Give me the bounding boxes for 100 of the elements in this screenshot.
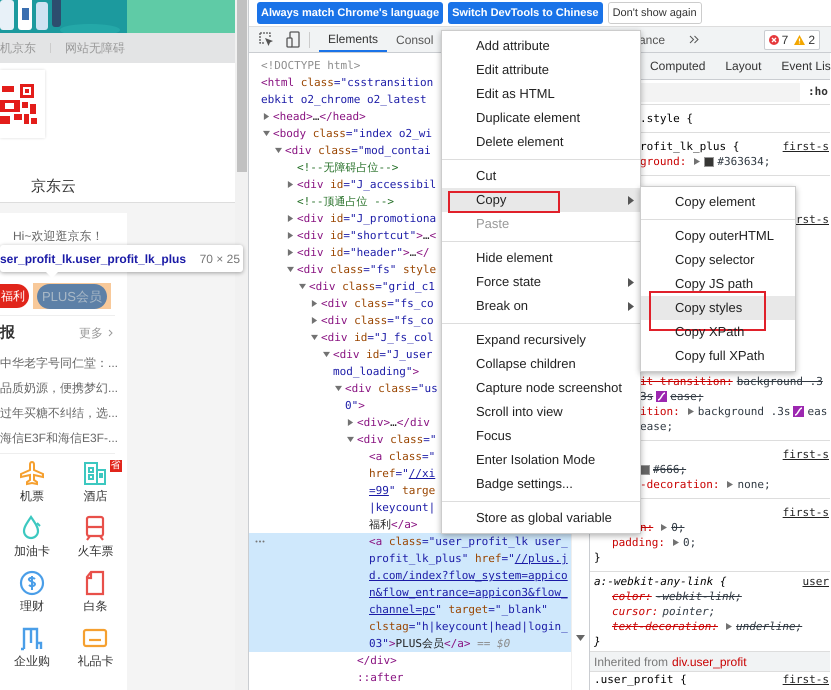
- code-line[interactable]: <div>…</div: [357, 416, 430, 429]
- service-link[interactable]: 火车票: [77, 515, 114, 569]
- code-line[interactable]: <a class=": [369, 450, 436, 463]
- color-swatch[interactable]: [640, 464, 650, 474]
- service-link[interactable]: 礼品卡: [77, 625, 114, 679]
- triangle-right-icon[interactable]: [287, 249, 294, 256]
- easing-icon[interactable]: [793, 406, 804, 417]
- code-line[interactable]: ebkit o2_chrome o2_latest: [261, 93, 427, 106]
- code-line[interactable]: ::after: [357, 671, 404, 684]
- news-item[interactable]: 海信E3F和海信E3F-...: [0, 428, 118, 446]
- scroll-down-icon[interactable]: [576, 635, 585, 641]
- styles-tab[interactable]: Event Lis: [781, 57, 831, 75]
- menu-item[interactable]: Badge settings...: [442, 472, 640, 496]
- code-line[interactable]: <div class="us: [345, 382, 438, 395]
- source-link[interactable]: first-s: [782, 672, 830, 687]
- code-line[interactable]: <div class=": [357, 433, 436, 446]
- source-link[interactable]: first-s: [782, 447, 830, 462]
- menu-item[interactable]: Store as global variable: [442, 506, 640, 530]
- menu-item[interactable]: Copy full XPath: [641, 344, 795, 368]
- issues-counter[interactable]: 7 2: [764, 30, 820, 50]
- code-line[interactable]: mod_loading">: [333, 365, 420, 378]
- panel-tab[interactable]: Elements: [319, 27, 388, 52]
- code-line[interactable]: d.com/index?flow_system=appico: [369, 569, 568, 582]
- inspect-icon[interactable]: [259, 32, 274, 47]
- service-link[interactable]: 白条: [82, 570, 108, 624]
- styles-tab[interactable]: Computed: [650, 57, 706, 75]
- expand-triangle-icon[interactable]: [661, 524, 668, 531]
- menu-item[interactable]: Enter Isolation Mode: [442, 448, 640, 472]
- triangle-right-icon[interactable]: [287, 232, 294, 239]
- menu-item[interactable]: Copy styles: [641, 296, 795, 320]
- expand-triangle-icon[interactable]: [694, 158, 700, 165]
- service-link[interactable]: 理财: [18, 570, 45, 624]
- source-link[interactable]: rst-s: [796, 212, 830, 227]
- more-tabs-icon[interactable]: [689, 35, 700, 44]
- triangle-down-icon[interactable]: [347, 436, 354, 443]
- triangle-down-icon[interactable]: [311, 334, 318, 341]
- code-line[interactable]: profit_lk_plus" href="//plus.j: [369, 552, 568, 565]
- code-line[interactable]: <body class="index o2_wi: [273, 127, 432, 140]
- code-line[interactable]: <div id="J_user: [333, 348, 432, 361]
- service-link[interactable]: 机票: [18, 460, 45, 514]
- news-item[interactable]: 中华老字号同仁堂：...: [0, 354, 118, 372]
- code-line[interactable]: <div class="fs" style: [297, 263, 436, 276]
- triangle-right-icon[interactable]: [287, 215, 294, 222]
- code-line[interactable]: <!--顶通占位 -->: [297, 195, 394, 208]
- triangle-right-icon[interactable]: [347, 419, 354, 426]
- triangle-down-icon[interactable]: [275, 147, 282, 154]
- more-icon[interactable]: [255, 540, 265, 543]
- service-link[interactable]: 加油卡: [14, 515, 50, 569]
- menu-item[interactable]: Copy element: [641, 190, 795, 214]
- code-line[interactable]: clstag="h|keycount|head|login_: [369, 620, 568, 633]
- menu-item[interactable]: Hide element: [442, 246, 640, 270]
- easing-icon[interactable]: [656, 391, 668, 402]
- news-item[interactable]: 过年买糖不纠结，选...: [0, 404, 118, 422]
- menu-item[interactable]: Copy outerHTML: [641, 224, 795, 248]
- code-line[interactable]: |keycount|: [369, 501, 436, 514]
- triangle-down-icon[interactable]: [287, 266, 294, 273]
- panel-tab[interactable]: Consol: [387, 27, 442, 52]
- triangle-right-icon[interactable]: [263, 113, 270, 120]
- expand-triangle-icon[interactable]: [727, 481, 734, 488]
- code-line[interactable]: =99" targe: [369, 484, 436, 497]
- nav-link[interactable]: 京东云: [31, 178, 76, 195]
- menu-item[interactable]: Delete element: [442, 130, 640, 154]
- device-icon[interactable]: [286, 31, 300, 48]
- code-line[interactable]: <!--无障碍占位-->: [297, 161, 398, 174]
- coin-icon[interactable]: [18, 570, 45, 596]
- code-line[interactable]: <div id="shortcut">…<: [297, 229, 436, 242]
- code-line[interactable]: href="//xi: [369, 467, 436, 480]
- menu-item[interactable]: Focus: [442, 424, 640, 448]
- scrollbar-thumb[interactable]: [236, 0, 246, 172]
- dismiss-button[interactable]: Don't show again: [608, 2, 702, 24]
- code-line[interactable]: <div id="J_fs_col: [321, 331, 434, 344]
- welfare-button[interactable]: 福利: [0, 284, 29, 308]
- menu-item[interactable]: Edit attribute: [442, 58, 640, 82]
- hover-toggle[interactable]: :ho: [808, 84, 828, 100]
- triangle-down-icon[interactable]: [323, 351, 330, 358]
- menu-item[interactable]: Collapse children: [442, 352, 640, 376]
- triangle-right-icon[interactable]: [311, 317, 318, 324]
- code-line[interactable]: <head>…</head>: [273, 110, 366, 123]
- menu-item[interactable]: Copy: [442, 188, 640, 212]
- inherited-element[interactable]: div.user_profit: [672, 652, 747, 670]
- source-link[interactable]: user: [802, 574, 830, 589]
- menu-item[interactable]: Edit as HTML: [442, 82, 640, 106]
- code-line[interactable]: <a class="user_profit_lk user_: [369, 535, 568, 548]
- code-line[interactable]: <div class="grid_c1: [309, 280, 435, 293]
- code-line[interactable]: <div class="fs_co: [321, 314, 434, 327]
- code-line[interactable]: <div class="fs_co: [321, 297, 434, 310]
- code-line[interactable]: 福利</a>: [369, 518, 418, 531]
- arch-icon[interactable]: [18, 625, 45, 651]
- triangle-right-icon[interactable]: [311, 300, 318, 307]
- styles-tab[interactable]: Layout: [725, 57, 762, 75]
- primary-button[interactable]: Always match Chrome's language: [257, 2, 444, 24]
- primary-button[interactable]: Switch DevTools to Chinese: [448, 2, 603, 24]
- menu-item[interactable]: Expand recursively: [442, 328, 640, 352]
- source-link[interactable]: first-s: [782, 505, 830, 520]
- service-link[interactable]: 酒店: [82, 460, 108, 514]
- service-link[interactable]: 企业购: [14, 625, 50, 679]
- menu-item[interactable]: Break on: [442, 294, 640, 318]
- triangle-down-icon[interactable]: [299, 283, 306, 290]
- menu-item[interactable]: Duplicate element: [442, 106, 640, 130]
- code-line[interactable]: <div id="header">…</: [297, 246, 430, 259]
